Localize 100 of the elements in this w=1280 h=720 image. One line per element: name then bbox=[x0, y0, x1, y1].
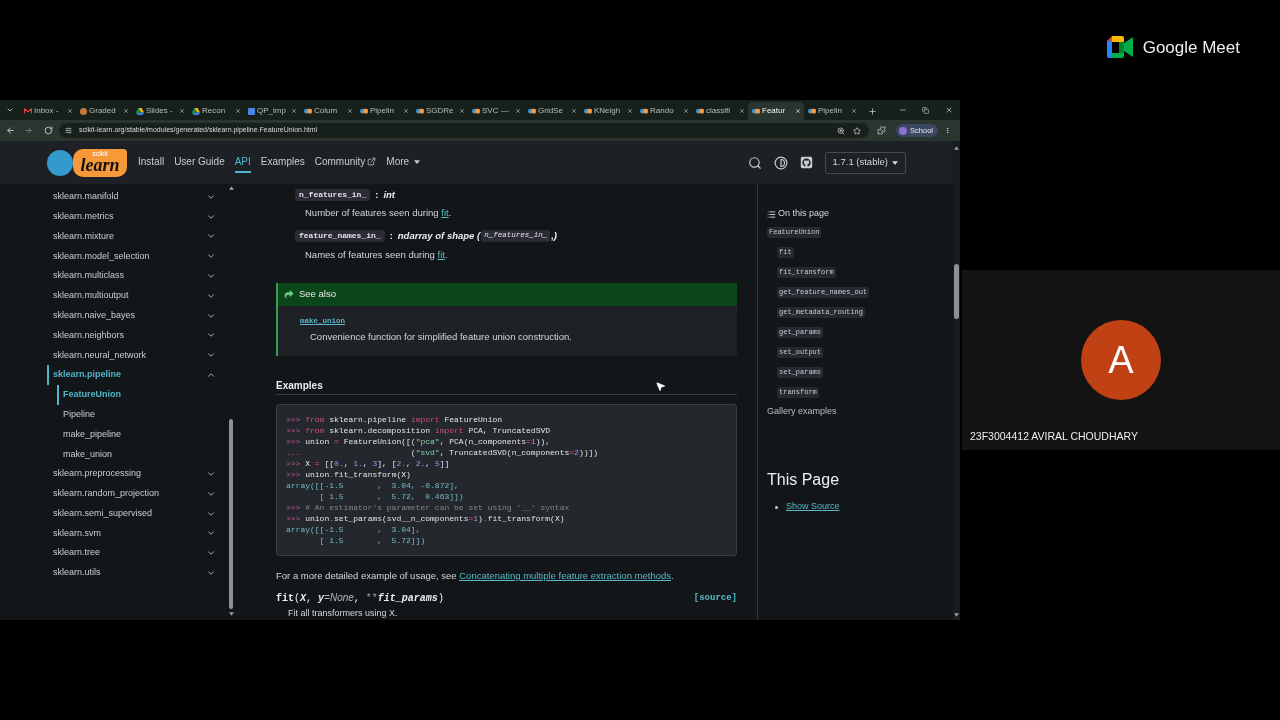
sidebar-item[interactable]: sklearn.svm bbox=[47, 523, 216, 544]
sidebar-item[interactable]: sklearn.naive_bayes bbox=[47, 305, 216, 326]
sidebar-item[interactable]: sklearn.neural_network bbox=[47, 345, 216, 366]
code-line: >>> from sklearn.decomposition import PCA, TruncatedSVD bbox=[286, 425, 551, 436]
close-icon[interactable] bbox=[403, 108, 409, 114]
scroll-up-icon[interactable] bbox=[228, 186, 234, 190]
sidebar-item[interactable]: sklearn.preprocessing bbox=[47, 464, 216, 484]
attribute-description: Number of features seen during fit. bbox=[305, 206, 452, 220]
close-icon[interactable] bbox=[683, 108, 689, 114]
restore-icon[interactable] bbox=[922, 106, 929, 114]
browser-tab[interactable]: Slides - bbox=[132, 102, 188, 120]
reload-icon[interactable] bbox=[44, 126, 53, 135]
sidebar-item[interactable]: make_union bbox=[57, 444, 216, 465]
close-icon[interactable] bbox=[739, 108, 745, 114]
close-icon[interactable] bbox=[291, 108, 297, 114]
nav-link[interactable]: User Guide bbox=[174, 152, 225, 173]
scroll-up-icon[interactable] bbox=[954, 146, 959, 150]
close-icon[interactable] bbox=[459, 108, 465, 114]
version-dropdown[interactable]: 1.7.1 (stable) bbox=[824, 151, 906, 174]
logo-icon bbox=[472, 107, 480, 115]
scrollbar-thumb[interactable] bbox=[954, 264, 959, 319]
browser-tab[interactable]: Pipelin bbox=[356, 102, 412, 120]
nav-link[interactable]: API bbox=[234, 152, 251, 173]
logo-icon bbox=[584, 107, 592, 115]
browser-tab[interactable]: Graded bbox=[76, 102, 132, 120]
zoom-icon[interactable] bbox=[837, 126, 846, 135]
sidebar-item[interactable]: sklearn.mixture bbox=[47, 226, 216, 247]
sidebar-item[interactable]: sklearn.multiclass bbox=[47, 266, 216, 286]
attribute-name: feature_names_in_ bbox=[295, 230, 385, 242]
close-icon[interactable] bbox=[571, 108, 577, 114]
browser-tab[interactable]: SVC — bbox=[468, 102, 524, 120]
browser-tab[interactable]: Inbox - bbox=[20, 102, 76, 120]
forward-arrow-icon[interactable] bbox=[24, 126, 33, 135]
browser-tab[interactable]: Colum bbox=[300, 102, 356, 120]
mail-icon bbox=[24, 108, 32, 114]
star-icon[interactable] bbox=[853, 126, 862, 135]
close-icon[interactable] bbox=[627, 108, 633, 114]
browser-tab[interactable]: Rando bbox=[636, 102, 692, 120]
source-link[interactable]: Show Source bbox=[786, 500, 840, 514]
code-line: >>> from sklearn.pipeline import FeatureUnion bbox=[286, 414, 503, 425]
github-icon[interactable] bbox=[799, 156, 813, 169]
minimize-icon[interactable] bbox=[898, 106, 907, 114]
sidebar-item[interactable]: sklearn.manifold bbox=[47, 187, 216, 207]
participant-name: 23F3004412 AVIRAL CHOUDHARY bbox=[970, 431, 1138, 442]
sidebar-item[interactable]: sklearn.model_selection bbox=[47, 246, 216, 267]
sidebar-item[interactable]: make_pipeline bbox=[57, 424, 216, 445]
sidebar-item[interactable]: FeatureUnion bbox=[57, 384, 216, 405]
puzzle-icon[interactable] bbox=[877, 126, 887, 135]
close-icon[interactable] bbox=[944, 106, 953, 114]
triangle-icon bbox=[136, 107, 144, 115]
close-icon[interactable] bbox=[67, 108, 73, 114]
nav-link[interactable]: More bbox=[386, 152, 421, 173]
list-icon bbox=[767, 209, 776, 219]
plus-icon[interactable] bbox=[868, 106, 877, 116]
sidebar-item[interactable]: sklearn.neighbors bbox=[47, 325, 216, 346]
browser-tab[interactable]: QP_imp bbox=[244, 102, 300, 120]
inline-link[interactable]: fit bbox=[437, 249, 445, 260]
section-heading: Examples bbox=[276, 379, 323, 393]
scroll-down-icon[interactable] bbox=[228, 612, 234, 616]
close-icon[interactable] bbox=[123, 108, 129, 114]
close-icon[interactable] bbox=[347, 108, 353, 114]
scroll-down-icon[interactable] bbox=[954, 613, 959, 617]
code-line: >>> union.fit_transform(X) bbox=[286, 469, 411, 480]
sidebar-item[interactable]: sklearn.tree bbox=[47, 543, 216, 564]
back-arrow-icon[interactable] bbox=[6, 126, 15, 135]
close-icon[interactable] bbox=[179, 108, 185, 114]
inline-link[interactable]: Concatenating multiple feature extraction methods bbox=[459, 570, 671, 581]
browser-tab[interactable]: GridSe bbox=[524, 102, 580, 120]
nav-link[interactable]: Community bbox=[314, 152, 377, 173]
sidebar-item[interactable]: sklearn.pipeline bbox=[47, 365, 216, 385]
close-icon[interactable] bbox=[235, 108, 241, 114]
search-icon[interactable] bbox=[747, 155, 762, 170]
code-line: [ 1.5 , 5.72]]) bbox=[318, 535, 426, 546]
browser-tab[interactable]: KNeigh bbox=[580, 102, 636, 120]
sidebar-item[interactable]: sklearn.metrics bbox=[47, 206, 216, 227]
browser-tab[interactable]: Recon bbox=[188, 102, 244, 120]
nav-link[interactable]: Install bbox=[138, 152, 165, 173]
logo-icon bbox=[640, 107, 648, 115]
inline-link[interactable]: fit bbox=[441, 207, 449, 218]
contrast-icon[interactable] bbox=[773, 155, 788, 170]
chevron-down-icon[interactable] bbox=[6, 106, 14, 114]
bullet-icon bbox=[775, 505, 778, 509]
sidebar-item[interactable]: sklearn.utils bbox=[47, 563, 216, 583]
browser-tab[interactable]: Pipelin bbox=[804, 102, 860, 120]
scrollbar-thumb[interactable] bbox=[229, 419, 233, 609]
sidebar-item[interactable]: sklearn.random_projection bbox=[47, 483, 216, 504]
logo-text: learn bbox=[80, 155, 120, 174]
browser-tab[interactable]: classifi bbox=[692, 102, 748, 120]
close-icon[interactable] bbox=[851, 108, 857, 114]
attribute-description: Names of features seen during fit. bbox=[305, 248, 448, 262]
sidebar-item[interactable]: sklearn.semi_supervised bbox=[47, 503, 216, 524]
sliders-icon[interactable] bbox=[65, 127, 72, 134]
browser-tab[interactable]: Featur bbox=[748, 102, 804, 120]
toc-link[interactable]: Gallery examples bbox=[767, 405, 837, 419]
nav-link[interactable]: Examples bbox=[260, 152, 305, 173]
sidebar-item[interactable]: Pipeline bbox=[57, 404, 216, 425]
close-icon[interactable] bbox=[515, 108, 521, 114]
sidebar-item[interactable]: sklearn.multioutput bbox=[47, 286, 216, 306]
source-link[interactable]: [source] bbox=[693, 593, 737, 603]
browser-tab[interactable]: SGDRe bbox=[412, 102, 468, 120]
